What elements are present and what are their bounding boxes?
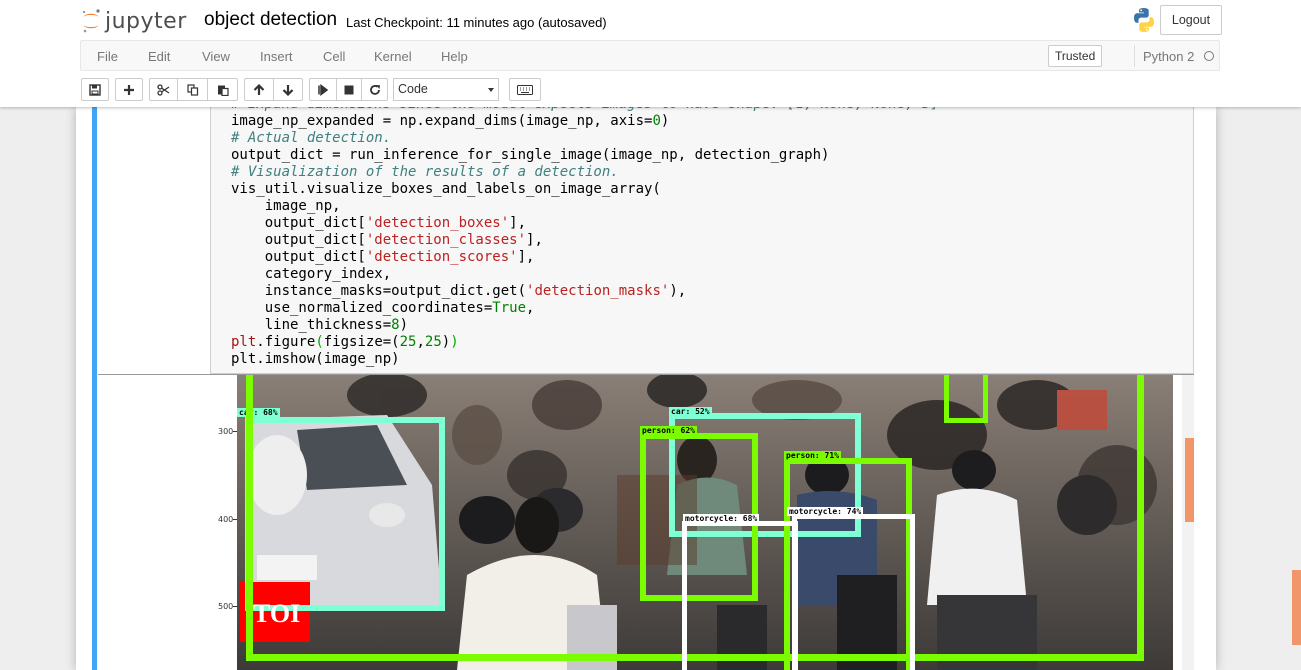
- python-icon: [1134, 8, 1154, 32]
- detection-label: person: 62%: [640, 426, 697, 435]
- copy-icon: [186, 83, 198, 96]
- refresh-icon: [369, 84, 380, 95]
- output-scrollbar[interactable]: [1182, 375, 1194, 670]
- menu-view[interactable]: View: [202, 49, 230, 64]
- paste-button[interactable]: [207, 78, 238, 101]
- logout-button[interactable]: Logout: [1160, 5, 1222, 35]
- jupyter-logo[interactable]: jupyter: [80, 6, 187, 36]
- move-down-button[interactable]: [273, 78, 303, 101]
- checkpoint-status: Last Checkpoint: 11 minutes ago (autosav…: [346, 15, 607, 30]
- output-scrollbar-thumb[interactable]: [1185, 438, 1194, 522]
- kernel-name[interactable]: Python 2: [1143, 49, 1194, 64]
- page-scrollbar-thumb[interactable]: [1292, 570, 1301, 645]
- menu-kernel[interactable]: Kernel: [374, 49, 412, 64]
- trusted-indicator[interactable]: Trusted: [1048, 45, 1103, 67]
- stop-icon: [344, 85, 354, 94]
- run-cell-button[interactable]: [309, 78, 337, 101]
- cell-type-value: Code: [398, 82, 428, 96]
- paste-icon: [217, 85, 229, 96]
- code-line: use_normalized_coordinates=True,: [231, 300, 535, 316]
- detection-label: car: 52%: [669, 407, 712, 416]
- save-icon: [89, 83, 101, 96]
- code-line: category_index,: [231, 266, 392, 282]
- code-line: vis_util.visualize_boxes_and_labels_on_i…: [231, 181, 661, 197]
- menu-file[interactable]: File: [97, 49, 118, 64]
- interrupt-kernel-button[interactable]: [336, 78, 362, 101]
- detection-label: motorcycle: 68%: [683, 514, 760, 523]
- detection-output-image: car: 68% car: 52% person: 62% person: 71…: [237, 375, 1173, 670]
- cell-type-select[interactable]: Code: [393, 78, 499, 101]
- code-line: line_thickness=8): [231, 317, 409, 333]
- step-forward-icon: [318, 83, 329, 96]
- plus-icon: [124, 84, 134, 95]
- kernel-separator: [1134, 45, 1135, 67]
- code-editor[interactable]: # Expand dimensions since the model expe…: [231, 96, 939, 368]
- notebook-name[interactable]: object detection: [204, 9, 337, 31]
- menu-insert[interactable]: Insert: [260, 49, 293, 64]
- menu-edit[interactable]: Edit: [148, 49, 170, 64]
- code-line: plt.imshow(image_np): [231, 351, 400, 367]
- y-tick-label: 400: [218, 515, 234, 524]
- notebook-header: jupyter object detection Last Checkpoint…: [0, 0, 1301, 107]
- code-line: plt.figure(figsize=(25,25)): [231, 334, 459, 350]
- menu-cell[interactable]: Cell: [323, 49, 345, 64]
- cut-button[interactable]: [149, 78, 178, 101]
- copy-button[interactable]: [177, 78, 208, 101]
- toi-watermark-text: TOI: [253, 599, 301, 628]
- arrow-down-icon: [282, 84, 294, 96]
- command-palette-button[interactable]: [509, 78, 541, 101]
- insert-cell-button[interactable]: [115, 78, 143, 101]
- code-line: output_dict['detection_classes'],: [231, 232, 543, 248]
- save-button[interactable]: [81, 78, 109, 101]
- y-tick-label: 300: [218, 427, 234, 436]
- code-line: instance_masks=output_dict.get('detectio…: [231, 283, 687, 299]
- code-line: output_dict = run_inference_for_single_i…: [231, 147, 830, 163]
- selected-cell-indicator: [92, 107, 97, 670]
- code-line: # Visualization of the results of a dete…: [231, 164, 619, 180]
- kernel-idle-icon: [1204, 51, 1214, 61]
- code-cell-input[interactable]: # Expand dimensions since the model expe…: [210, 94, 1194, 374]
- code-line: # Actual detection.: [231, 130, 392, 146]
- detection-box-motorcycle: [792, 514, 915, 670]
- jupyter-logo-icon: [83, 9, 100, 33]
- detection-label: motorcycle: 74%: [787, 507, 864, 516]
- menubar: File Edit View Insert Cell Kernel Help T…: [80, 40, 1220, 71]
- detection-box-top: [944, 375, 988, 423]
- keyboard-icon: [517, 84, 533, 95]
- restart-kernel-button[interactable]: [361, 78, 388, 101]
- code-line: output_dict['detection_boxes'],: [231, 215, 527, 231]
- cut-icon: [157, 83, 170, 96]
- y-tick-label: 500: [218, 602, 234, 611]
- arrow-up-icon: [253, 83, 265, 95]
- menu-help[interactable]: Help: [441, 49, 468, 64]
- detection-box-motorcycle: [682, 521, 798, 670]
- move-up-button[interactable]: [244, 78, 274, 101]
- logo-text: jupyter: [105, 8, 187, 34]
- code-line: image_np_expanded = np.expand_dims(image…: [231, 113, 670, 129]
- chevron-down-icon: [488, 88, 494, 92]
- code-line: image_np,: [231, 198, 341, 214]
- detection-label: person: 71%: [784, 451, 841, 460]
- code-line: output_dict['detection_scores'],: [231, 249, 535, 265]
